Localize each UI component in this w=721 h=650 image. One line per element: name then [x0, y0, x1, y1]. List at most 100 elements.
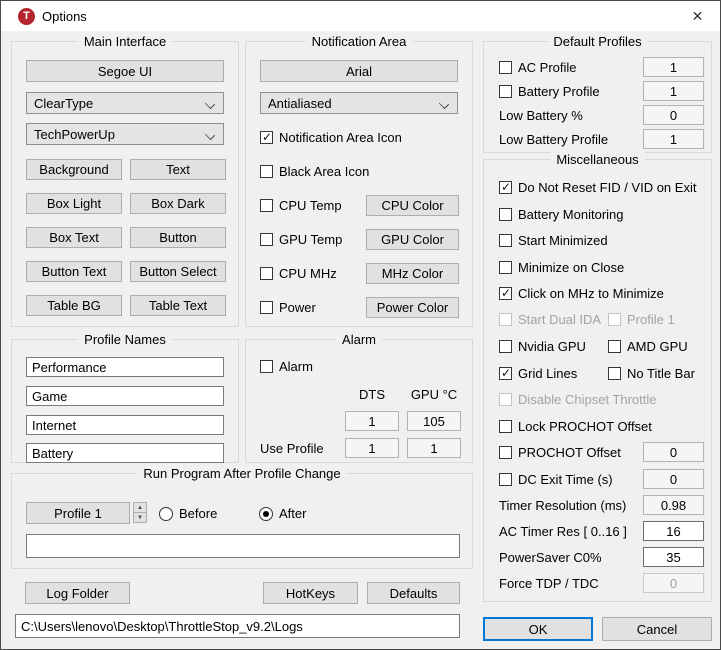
before-label: Before: [179, 506, 217, 521]
battery-monitoring-row: Battery Monitoring: [499, 204, 624, 224]
box-text-button[interactable]: Box Text: [26, 227, 122, 248]
theme-value: TechPowerUp: [34, 127, 115, 142]
box-light-button[interactable]: Box Light: [26, 193, 122, 214]
table-text-button[interactable]: Table Text: [130, 295, 226, 316]
force-tdp-label: Force TDP / TDC: [499, 576, 599, 591]
box-dark-button[interactable]: Box Dark: [130, 193, 226, 214]
ac-profile-field[interactable]: 1: [643, 57, 704, 77]
battery-profile-checkbox[interactable]: [499, 85, 512, 98]
ok-button[interactable]: OK: [483, 617, 593, 641]
alarm-title: Alarm: [336, 332, 382, 347]
battery-monitoring-checkbox[interactable]: [499, 208, 512, 221]
nvidia-gpu-label: Nvidia GPU: [518, 339, 586, 354]
profile-name-1-input[interactable]: [26, 357, 224, 377]
run-program-profile-button[interactable]: Profile 1: [26, 502, 130, 524]
close-icon[interactable]: ✕: [675, 1, 720, 31]
render-mode-select[interactable]: Antialiased: [260, 92, 458, 114]
use-profile-dts-field[interactable]: 1: [345, 438, 399, 458]
nvidia-gpu-checkbox[interactable]: [499, 340, 512, 353]
nvidia-gpu-row: Nvidia GPU: [499, 336, 586, 356]
alarm-dts-field[interactable]: 1: [345, 411, 399, 431]
before-radio[interactable]: [159, 507, 173, 521]
powersaver-c0-field[interactable]: 35: [643, 547, 704, 567]
start-minimized-checkbox[interactable]: [499, 234, 512, 247]
button-text-button[interactable]: Button Text: [26, 261, 122, 282]
button-color-button[interactable]: Button: [130, 227, 226, 248]
dc-exit-time-field[interactable]: 0: [643, 469, 704, 489]
chevron-down-icon: [205, 130, 215, 140]
notification-area-group: Notification Area Arial Antialiased Noti…: [245, 41, 473, 327]
alarm-gpu-field[interactable]: 105: [407, 411, 461, 431]
power-row: Power: [260, 297, 316, 317]
prochot-offset-field[interactable]: 0: [643, 442, 704, 462]
profile-name-3-input[interactable]: [26, 415, 224, 435]
miscellaneous-group: Miscellaneous Do Not Reset FID / VID on …: [483, 159, 712, 602]
render-mode-value: Antialiased: [268, 96, 332, 111]
window-title: Options: [42, 9, 87, 24]
font-smoothing-value: ClearType: [34, 96, 93, 111]
log-folder-button[interactable]: Log Folder: [25, 582, 130, 604]
grid-lines-checkbox[interactable]: [499, 367, 512, 380]
gpu-color-button[interactable]: GPU Color: [366, 229, 459, 250]
black-area-icon-checkbox[interactable]: [260, 165, 273, 178]
black-area-icon-label: Black Area Icon: [279, 164, 369, 179]
table-bg-button[interactable]: Table BG: [26, 295, 122, 316]
use-profile-label: Use Profile: [260, 441, 324, 456]
battery-profile-row: Battery Profile: [499, 81, 600, 101]
dc-exit-time-checkbox[interactable]: [499, 473, 512, 486]
start-minimized-label: Start Minimized: [518, 233, 608, 248]
after-radio[interactable]: [259, 507, 273, 521]
low-battery-pct-field[interactable]: 0: [643, 105, 704, 125]
ac-timer-res-field[interactable]: 16: [643, 521, 704, 541]
cpu-temp-label: CPU Temp: [279, 198, 342, 213]
do-not-reset-checkbox[interactable]: [499, 181, 512, 194]
profile-name-4-input[interactable]: [26, 443, 224, 463]
run-program-command-input[interactable]: [26, 534, 460, 558]
cpu-temp-row: CPU Temp: [260, 195, 342, 215]
theme-select[interactable]: TechPowerUp: [26, 123, 224, 145]
ac-profile-checkbox[interactable]: [499, 61, 512, 74]
minimize-on-close-checkbox[interactable]: [499, 261, 512, 274]
dts-column-header: DTS: [345, 387, 399, 402]
log-path-field[interactable]: [15, 614, 460, 638]
cancel-button[interactable]: Cancel: [602, 617, 712, 641]
run-program-group: Run Program After Profile Change Profile…: [11, 473, 473, 569]
alarm-checkbox[interactable]: [260, 360, 273, 373]
profile-1-label: Profile 1: [627, 312, 675, 327]
cpu-mhz-checkbox[interactable]: [260, 267, 273, 280]
notification-area-icon-checkbox[interactable]: [260, 131, 273, 144]
prochot-offset-checkbox[interactable]: [499, 446, 512, 459]
timer-resolution-field: 0.98: [643, 495, 704, 515]
amd-gpu-checkbox[interactable]: [608, 340, 621, 353]
notification-area-icon-label: Notification Area Icon: [279, 130, 402, 145]
button-select-button[interactable]: Button Select: [130, 261, 226, 282]
use-profile-gpu-field[interactable]: 1: [407, 438, 461, 458]
lock-prochot-checkbox[interactable]: [499, 420, 512, 433]
profile-1-row: Profile 1: [608, 309, 675, 329]
interface-font-button[interactable]: Segoe UI: [26, 60, 224, 82]
gpu-temp-checkbox[interactable]: [260, 233, 273, 246]
power-color-button[interactable]: Power Color: [366, 297, 459, 318]
profile-name-2-input[interactable]: [26, 386, 224, 406]
no-title-bar-checkbox[interactable]: [608, 367, 621, 380]
alarm-label: Alarm: [279, 359, 313, 374]
hotkeys-button[interactable]: HotKeys: [263, 582, 358, 604]
notification-font-button[interactable]: Arial: [260, 60, 458, 82]
notification-area-icon-row: Notification Area Icon: [260, 127, 402, 147]
spinner-down-button[interactable]: ▼: [133, 512, 147, 523]
font-smoothing-select[interactable]: ClearType: [26, 92, 224, 114]
cpu-color-button[interactable]: CPU Color: [366, 195, 459, 216]
text-color-button[interactable]: Text: [130, 159, 226, 180]
click-mhz-minimize-checkbox[interactable]: [499, 287, 512, 300]
alarm-row: Alarm: [260, 356, 313, 376]
no-title-bar-row: No Title Bar: [608, 363, 695, 383]
background-color-button[interactable]: Background: [26, 159, 122, 180]
low-battery-profile-label: Low Battery Profile: [499, 132, 608, 147]
mhz-color-button[interactable]: MHz Color: [366, 263, 459, 284]
defaults-button[interactable]: Defaults: [367, 582, 460, 604]
low-battery-profile-field[interactable]: 1: [643, 129, 704, 149]
cpu-temp-checkbox[interactable]: [260, 199, 273, 212]
notification-area-title: Notification Area: [306, 34, 413, 49]
power-checkbox[interactable]: [260, 301, 273, 314]
battery-profile-field[interactable]: 1: [643, 81, 704, 101]
